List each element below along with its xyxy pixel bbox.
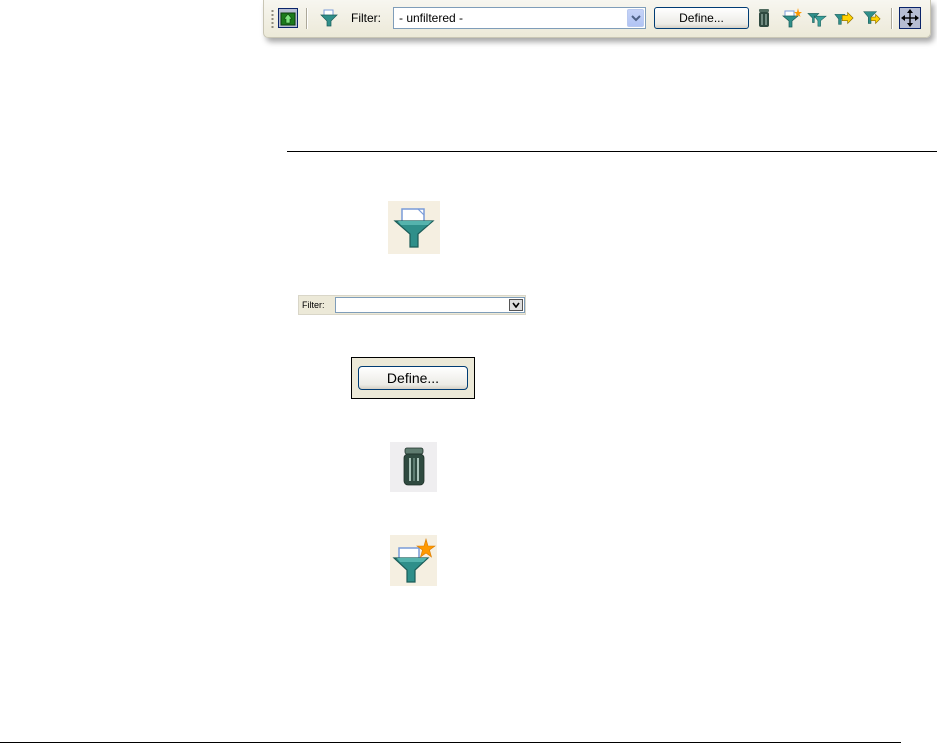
divider-top (287, 151, 937, 152)
home-up-button[interactable] (278, 8, 298, 28)
filter-import-icon (863, 11, 881, 25)
mini-filter-label: Filter: (302, 300, 325, 310)
callout-define-button: Define... (351, 357, 475, 399)
callout-filter-select: Filter: (298, 295, 526, 315)
divider-bottom (0, 742, 901, 743)
home-up-icon (280, 12, 296, 26)
new-filter-icon (782, 8, 802, 28)
filter-toolbar: Filter: - unfiltered - Define... (263, 0, 931, 38)
filter-select[interactable]: - unfiltered - (393, 7, 646, 29)
filter-select-value: - unfiltered - (399, 11, 464, 25)
define-button[interactable]: Define... (654, 7, 749, 29)
trash-icon (403, 447, 424, 486)
define-button-large[interactable]: Define... (358, 366, 468, 390)
filter-icon (320, 9, 338, 27)
copy-filter-button[interactable] (807, 8, 827, 28)
move-toolbar-button[interactable] (899, 7, 921, 29)
chevron-down-icon (512, 302, 520, 308)
import-filter-button[interactable] (861, 8, 881, 28)
filter-button[interactable] (319, 8, 339, 28)
delete-filter-button[interactable] (754, 8, 774, 28)
filter-label: Filter: (351, 11, 381, 25)
export-filter-button[interactable] (834, 8, 854, 28)
callout-new-filter-icon (390, 535, 437, 586)
callout-trash-icon (390, 442, 437, 492)
filter-copy-icon (807, 13, 827, 27)
filter-select-dropdown[interactable] (627, 9, 644, 27)
filter-export-icon (834, 11, 854, 25)
move-icon (901, 9, 919, 27)
new-filter-button[interactable] (782, 8, 802, 28)
mini-filter-dropdown[interactable] (509, 299, 523, 311)
filter-icon (393, 207, 435, 248)
chevron-down-icon (630, 15, 641, 22)
trash-icon (759, 9, 769, 27)
mini-filter-select[interactable] (335, 297, 525, 313)
new-filter-icon (391, 537, 436, 583)
callout-filter-icon (388, 201, 440, 254)
toolbar-grip-handle[interactable] (271, 9, 274, 29)
